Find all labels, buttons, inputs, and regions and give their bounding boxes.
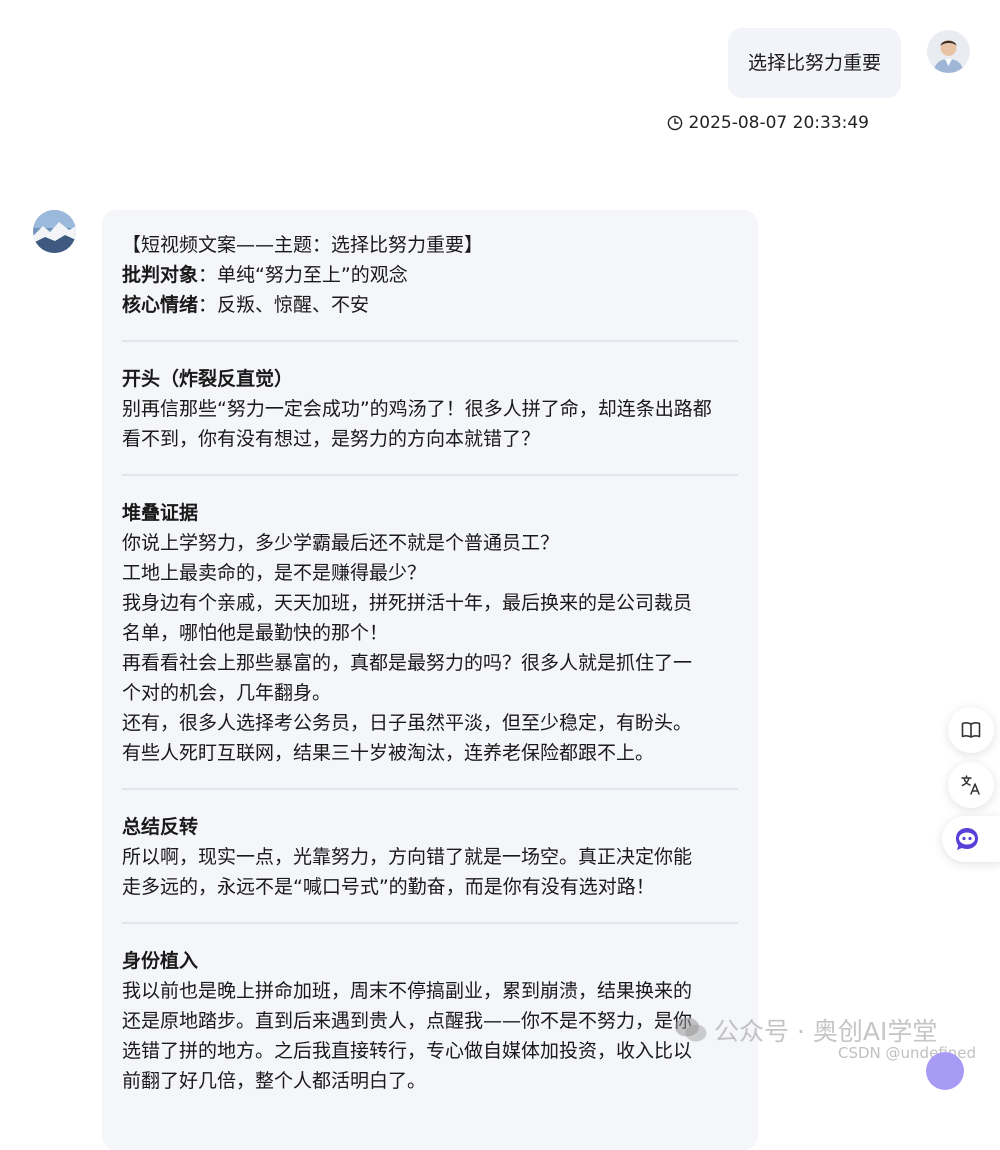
section-line: 看不到，你有没有想过，是努力的方向本就错了？ — [122, 428, 541, 450]
section-line: 工地上最卖命的，是不是赚得最少？ — [122, 562, 427, 584]
assistant-icon — [956, 828, 978, 850]
clock-icon — [668, 115, 683, 131]
section-line: 我身边有个亲戚，天天加班，拼死拼活十年，最后换来的是公司裁员 — [122, 592, 693, 614]
doc-title: 【短视频文案——主题：选择比努力重要】 — [122, 234, 484, 256]
section-line: 再看看社会上那些暴富的，真都是最努力的吗？很多人就是抓住了一 — [122, 652, 693, 674]
section-line: 所以啊，现实一点，光靠努力，方向错了就是一场空。真正决定你能 — [122, 846, 693, 868]
section-line: 有些人死盯互联网，结果三十岁被淘汰，连养老保险都跟不上。 — [122, 742, 655, 764]
emotion-label: 核心情绪 — [122, 294, 199, 316]
section-line: 还有，很多人选择考公务员，日子虽然平淡，但至少稳定，有盼头。 — [122, 712, 693, 734]
wechat-watermark: 公众号 · 奥创AI学堂 — [674, 1012, 937, 1048]
section-title: 身份植入 — [122, 950, 199, 972]
section-line: 走多远的，永远不是“喊口号式”的勤奋，而是你有没有选对路！ — [122, 876, 655, 898]
divider — [122, 788, 738, 790]
user-message-bubble: 选择比努力重要 — [727, 28, 901, 98]
section-line: 别再信那些“努力一定会成功”的鸡汤了！很多人拼了命，却连条出路都 — [122, 398, 712, 420]
wechat-icon — [675, 1017, 707, 1042]
bot-avatar[interactable] — [33, 210, 76, 253]
translate-icon — [961, 775, 980, 795]
section-line: 选错了拼的地方。之后我直接转行，专心做自媒体加投资，收入比以 — [122, 1040, 693, 1062]
watermark-text: 公众号 · 奥创AI学堂 — [714, 1017, 938, 1046]
emotion-line: 核心情绪：反叛、惊醒、不安 — [122, 290, 738, 320]
section-summary: 总结反转 所以啊，现实一点，光靠努力，方向错了就是一场空。真正决定你能 走多远的… — [122, 812, 738, 902]
section-line: 名单，哪怕他是最勤快的那个！ — [122, 622, 389, 644]
section-line: 前翻了好几倍，整个人都活明白了。 — [122, 1070, 427, 1092]
section-line: 还是原地踏步。直到后来遇到贵人，点醒我——你不是不努力，是你 — [122, 1010, 693, 1032]
section-opening: 开头（炸裂反直觉） 别再信那些“努力一定会成功”的鸡汤了！很多人拼了命，却连条出… — [122, 364, 738, 454]
user-message-row: 选择比努力重要 — [727, 28, 970, 98]
section-line: 个对的机会，几年翻身。 — [122, 682, 332, 704]
critique-value: ：单纯“努力至上”的观念 — [198, 264, 408, 286]
translate-button[interactable] — [948, 762, 994, 808]
reading-mode-button[interactable] — [948, 707, 994, 753]
section-line: 我以前也是晚上拼命加班，周末不停搞副业，累到崩溃，结果换来的 — [122, 980, 693, 1002]
critique-line: 批判对象：单纯“努力至上”的观念 — [122, 260, 738, 290]
book-icon — [961, 722, 981, 738]
section-evidence: 堆叠证据 你说上学努力，多少学霸最后还不就是个普通员工？ 工地上最卖命的，是不是… — [122, 498, 738, 768]
divider — [122, 474, 738, 476]
assistant-button[interactable] — [942, 816, 1000, 862]
section-title: 开头（炸裂反直觉） — [122, 368, 294, 390]
section-title: 总结反转 — [122, 816, 199, 838]
user-avatar[interactable] — [927, 30, 970, 73]
section-identity: 身份植入 我以前也是晚上拼命加班，周末不停搞副业，累到崩溃，结果换来的 还是原地… — [122, 946, 738, 1096]
critique-label: 批判对象 — [122, 264, 199, 286]
timestamp-text: 2025-08-07 20:33:49 — [688, 113, 869, 133]
emotion-value: ：反叛、惊醒、不安 — [198, 294, 370, 316]
bot-message-bubble: 【短视频文案——主题：选择比努力重要】 批判对象：单纯“努力至上”的观念 核心情… — [102, 210, 758, 1150]
scroll-top-button[interactable] — [926, 1052, 964, 1090]
section-title: 堆叠证据 — [122, 502, 199, 524]
section-line: 你说上学努力，多少学霸最后还不就是个普通员工？ — [122, 532, 560, 554]
message-timestamp: 2025-08-07 20:33:49 — [667, 113, 869, 133]
divider — [122, 340, 738, 342]
divider — [122, 922, 738, 924]
